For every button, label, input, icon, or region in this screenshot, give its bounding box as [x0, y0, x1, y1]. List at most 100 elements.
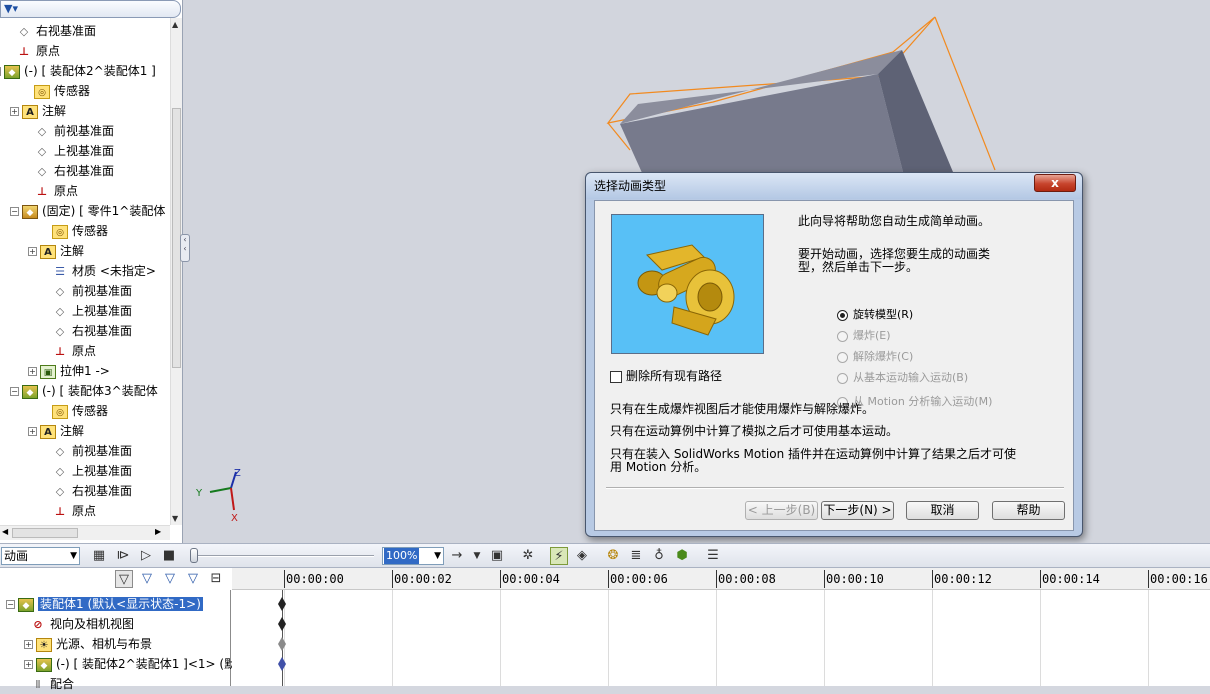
filter-selected-icon[interactable]: ▽ — [161, 570, 179, 588]
tree-item[interactable]: ◇ 右视基准面 — [16, 21, 96, 41]
results-icon[interactable]: ☰ — [704, 547, 722, 565]
cancel-button[interactable]: 取消 — [906, 501, 979, 520]
tree-item[interactable]: − ◆ (-) [ 装配体3^装配体 — [10, 381, 158, 401]
time-tick-label: 00:00:06 — [608, 570, 668, 588]
crank-part-image — [637, 244, 735, 336]
playback-slider-knob[interactable] — [190, 548, 198, 563]
collapse-icon[interactable]: − — [10, 387, 19, 396]
tree-vertical-scrollbar[interactable]: ▲ ▼ — [170, 18, 182, 525]
tree-item[interactable]: ⊥ 原点 — [16, 41, 60, 61]
tree-item[interactable]: ◇ 前视基准面 — [52, 281, 132, 301]
chevron-down-icon[interactable]: ▼ — [70, 548, 77, 564]
play-from-start-icon[interactable]: ⧐ — [114, 547, 132, 565]
plane-icon: ◇ — [55, 484, 65, 498]
camera-view-icon: ⊘ — [33, 617, 43, 631]
contact-icon[interactable]: ⬢ — [673, 547, 691, 565]
motion-tree-item[interactable]: − ◆ 装配体1 (默认<显示状态-1>) — [6, 594, 203, 614]
filter-driving-icon[interactable]: ▽ — [138, 570, 156, 588]
collapse-icon[interactable]: ⊟ — [207, 570, 225, 588]
filter-results-icon[interactable]: ▽ — [184, 570, 202, 588]
playback-slider[interactable] — [190, 548, 374, 563]
funnel-icon[interactable]: ▼▾ — [4, 2, 18, 15]
tree-item[interactable]: ◇ 上视基准面 — [52, 461, 132, 481]
feature-manager-tree[interactable]: ▼▾ ◇右视基准面⊥原点−◆(-) [ 装配体2^装配体1 ]◎传感器+A注解◇… — [0, 0, 183, 543]
autokey-icon[interactable]: ⚡ — [550, 547, 568, 565]
collapse-icon[interactable]: − — [6, 600, 15, 609]
motion-tree[interactable]: − ◆ 装配体1 (默认<显示状态-1>) ⊘ 视向及相机视图 + ☀ 光源、相机与布景 + ◆(… — [0, 590, 236, 691]
tree-item[interactable]: ◇ 前视基准面 — [34, 121, 114, 141]
motion-tree-item[interactable]: ⊘ 视向及相机视图 — [30, 614, 134, 634]
study-type-select[interactable]: 动画 ▼ — [1, 547, 80, 565]
timeline-header[interactable]: 00:00:00 00:00:02 00:00:04 00:00:06 00:00:08… — [232, 568, 1210, 590]
panel-collapse-handle[interactable]: ‹ ‹ — [180, 234, 190, 262]
expand-icon[interactable]: + — [28, 367, 37, 376]
scroll-down-icon[interactable]: ▼ — [172, 514, 178, 523]
help-button[interactable]: 帮助 — [992, 501, 1065, 520]
tree-item[interactable]: + ▣ 拉伸1 -> — [28, 361, 110, 381]
tree-item[interactable]: ◇ 上视基准面 — [34, 141, 114, 161]
tree-horizontal-scrollbar[interactable]: ◀ ▶ — [0, 525, 170, 540]
scroll-up-icon[interactable]: ▲ — [172, 20, 178, 29]
back-button[interactable]: < 上一步(B) — [745, 501, 818, 520]
expand-icon[interactable]: + — [24, 660, 33, 669]
tree-item[interactable]: + A 注解 — [10, 101, 66, 121]
close-icon[interactable]: x — [1034, 174, 1076, 192]
tree-item[interactable]: − ◆ (固定) [ 零件1^装配体 — [10, 201, 165, 221]
playback-speed-select[interactable]: 100% ▼ — [382, 547, 444, 565]
time-gridline — [824, 590, 825, 686]
expand-icon[interactable]: + — [28, 427, 37, 436]
expand-icon[interactable]: + — [24, 640, 33, 649]
tree-item[interactable]: ◇ 前视基准面 — [52, 441, 132, 461]
tree-item[interactable]: ◇ 右视基准面 — [34, 161, 114, 181]
scroll-thumb[interactable] — [12, 528, 78, 538]
collapse-icon[interactable]: − — [0, 67, 1, 76]
motion-tree-item[interactable]: + ☀ 光源、相机与布景 — [24, 634, 152, 654]
part-icon: ◆ — [22, 204, 38, 219]
tree-item[interactable]: ◎ 传感器 — [52, 401, 108, 421]
triad-z-label: Z — [234, 468, 241, 479]
tree-item[interactable]: ◇ 上视基准面 — [52, 301, 132, 321]
stop-icon[interactable]: ■ — [160, 547, 178, 565]
assembly-icon: ◆ — [22, 384, 38, 399]
chevron-down-icon[interactable]: ▼ — [468, 547, 486, 565]
delete-paths-checkbox-box[interactable] — [610, 370, 622, 383]
tree-item[interactable]: + A 注解 — [28, 421, 84, 441]
add-key-icon[interactable]: ◈ — [573, 547, 591, 565]
tree-item[interactable]: ◎ 传感器 — [52, 221, 108, 241]
collapse-icon[interactable]: − — [10, 207, 19, 216]
motor-icon[interactable]: ❂ — [604, 547, 622, 565]
next-button[interactable]: 下一步(N) > — [821, 501, 894, 520]
tree-item[interactable]: ◇ 右视基准面 — [52, 481, 132, 501]
tree-filter-bar[interactable]: ▼▾ — [0, 0, 181, 18]
animation-wizard-icon[interactable]: ✲ — [519, 547, 537, 565]
animation-type-option[interactable]: 旋转模型(R) — [837, 307, 913, 323]
tree-item[interactable]: −◆ (-) [ 装配体2^装配体1 ] — [0, 61, 156, 81]
expand-icon[interactable]: + — [28, 247, 37, 256]
chevron-down-icon[interactable]: ▼ — [434, 548, 441, 564]
delete-paths-option[interactable]: 删除所有现有路径 — [610, 368, 722, 384]
expand-icon[interactable]: + — [10, 107, 19, 116]
save-animation-icon[interactable]: ▣ — [488, 547, 506, 565]
damper-icon[interactable]: ♁ — [650, 547, 668, 565]
motion-tree-item[interactable]: + ◆ (-) [ 装配体2^装配体1 ]<1> (默 — [24, 654, 236, 674]
dialog-titlebar[interactable]: 选择动画类型 — [586, 173, 1082, 199]
play-icon[interactable]: ▷ — [137, 547, 155, 565]
spring-icon[interactable]: ≣ — [627, 547, 645, 565]
tree-item[interactable]: ☰ 材质 <未指定> — [52, 261, 156, 281]
timeline-area[interactable]: 00:00:00 00:00:02 00:00:04 00:00:06 00:00:08… — [232, 568, 1210, 686]
tree-item[interactable]: ◎ 传感器 — [34, 81, 90, 101]
tree-item[interactable]: ⊥ 原点 — [52, 501, 96, 521]
calculate-icon[interactable]: ▦ — [90, 547, 108, 565]
tree-item[interactable]: ⊥ 原点 — [34, 181, 78, 201]
time-gridline — [932, 590, 933, 686]
tree-item[interactable]: + A 注解 — [28, 241, 84, 261]
plane-icon: ◇ — [37, 164, 47, 178]
motion-tree-item[interactable]: Ⅱ 配合 — [30, 674, 74, 694]
tree-item[interactable]: ⊥ 原点 — [52, 341, 96, 361]
playback-mode-icon[interactable]: → — [448, 547, 466, 565]
scroll-right-icon[interactable]: ▶ — [155, 527, 161, 536]
radio-button[interactable] — [837, 309, 848, 321]
scroll-left-icon[interactable]: ◀ — [2, 527, 8, 536]
tree-item[interactable]: ◇ 右视基准面 — [52, 321, 132, 341]
filter-animation-icon[interactable]: ▽ — [115, 570, 133, 588]
